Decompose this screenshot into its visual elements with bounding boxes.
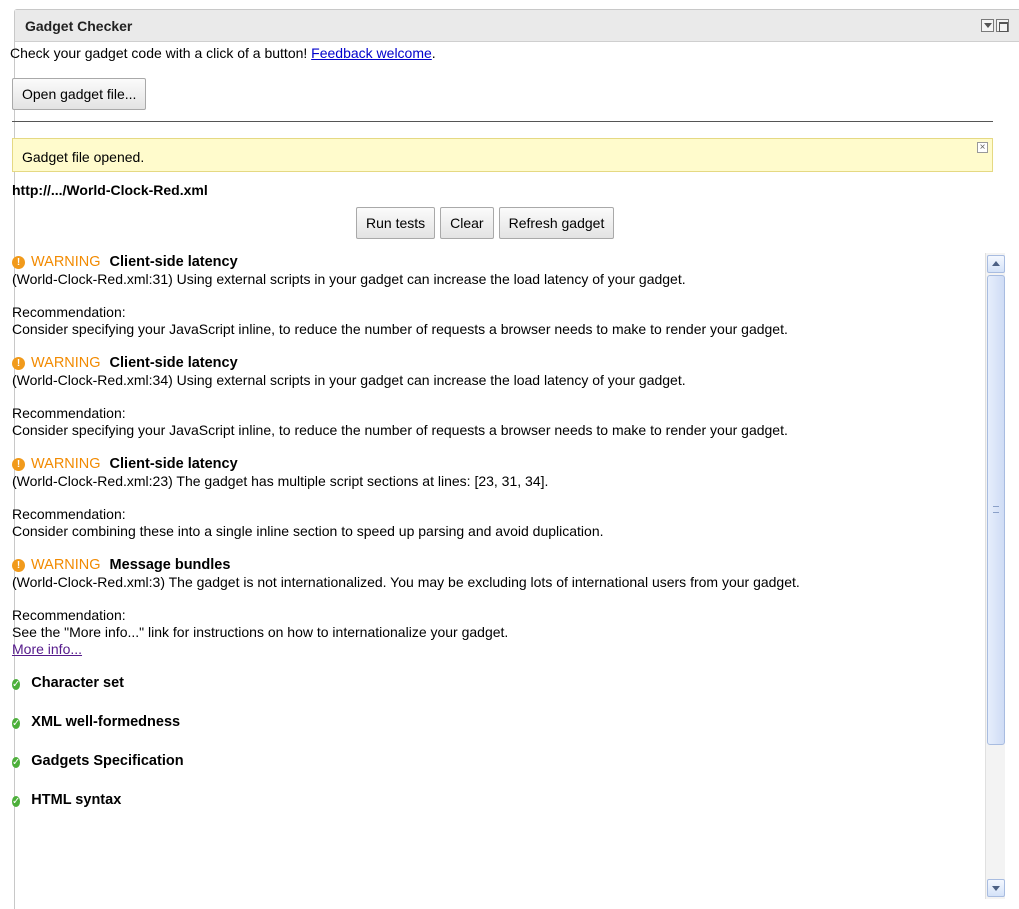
recommendation-text: See the "More info..." link for instruct… xyxy=(12,624,509,640)
feedback-link[interactable]: Feedback welcome xyxy=(311,45,432,61)
action-buttons: Run tests Clear Refresh gadget xyxy=(356,207,615,239)
passed-check-label: HTML syntax xyxy=(31,792,122,808)
recommendation-label: Recommendation: xyxy=(12,607,126,623)
scroll-down-icon[interactable] xyxy=(987,879,1005,897)
warning-header: ! WARNING Client-side latency xyxy=(12,455,970,473)
passed-check: ✓ HTML syntax xyxy=(12,791,970,809)
intro-text: Check your gadget code with a click of a… xyxy=(10,45,436,61)
notice-message: Gadget file opened. xyxy=(22,149,145,165)
passed-check-label: Gadgets Specification xyxy=(31,753,184,769)
open-gadget-file-button[interactable]: Open gadget file... xyxy=(12,78,147,110)
warning-icon: ! xyxy=(12,255,25,269)
warning-item: ! WARNING Message bundles (World-Clock-R… xyxy=(12,556,970,658)
recommendation-text: Consider combining these into a single i… xyxy=(12,523,604,539)
intro-suffix: . xyxy=(431,45,436,61)
warning-header: ! WARNING Client-side latency xyxy=(12,354,970,372)
checkmark-icon: ✓ xyxy=(12,679,21,690)
scrollbar-thumb[interactable] xyxy=(987,275,1005,745)
passed-check: ✓ Character set xyxy=(12,674,970,692)
checkmark-icon: ✓ xyxy=(12,718,21,729)
passed-check: ✓ Gadgets Specification xyxy=(12,752,970,770)
panel-titlebar: Gadget Checker xyxy=(15,10,1019,42)
warning-message: (World-Clock-Red.xml:3) The gadget is no… xyxy=(12,574,800,590)
recommendation-text: Consider specifying your JavaScript inli… xyxy=(12,422,788,438)
notice-banner: Gadget file opened. × xyxy=(12,138,993,172)
divider xyxy=(12,121,993,122)
clear-button[interactable]: Clear xyxy=(440,207,494,239)
scroll-up-icon[interactable] xyxy=(987,255,1005,273)
warning-header: ! WARNING Message bundles xyxy=(12,556,970,574)
category-label: Message bundles xyxy=(109,556,231,573)
recommendation-label: Recommendation: xyxy=(12,405,126,421)
panel-title: Gadget Checker xyxy=(25,18,133,34)
severity-label: WARNING xyxy=(31,253,101,270)
recommendation-text: Consider specifying your JavaScript inli… xyxy=(12,321,788,337)
dropdown-icon[interactable] xyxy=(981,19,994,32)
more-info-link[interactable]: More info... xyxy=(12,641,82,657)
warning-icon: ! xyxy=(12,356,25,370)
warning-header: ! WARNING Client-side latency xyxy=(12,253,970,271)
warning-icon: ! xyxy=(12,457,25,471)
intro-label: Check your gadget code with a click of a… xyxy=(10,45,308,61)
passed-check: ✓ XML well-formedness xyxy=(12,713,970,731)
severity-label: WARNING xyxy=(31,354,101,371)
checkmark-icon: ✓ xyxy=(12,796,21,807)
severity-label: WARNING xyxy=(31,455,101,472)
passed-check-label: XML well-formedness xyxy=(31,714,181,730)
maximize-icon[interactable] xyxy=(996,19,1009,32)
warning-item: ! WARNING Client-side latency (World-Clo… xyxy=(12,354,970,439)
category-label: Client-side latency xyxy=(109,455,238,472)
checkmark-icon: ✓ xyxy=(12,757,21,768)
gadget-file-path: http://.../World-Clock-Red.xml xyxy=(12,182,208,198)
recommendation-label: Recommendation: xyxy=(12,304,126,320)
warning-message: (World-Clock-Red.xml:31) Using external … xyxy=(12,271,686,287)
close-icon[interactable]: × xyxy=(977,142,988,153)
titlebar-controls xyxy=(981,19,1009,32)
passed-check-label: Character set xyxy=(31,675,124,691)
warning-message: (World-Clock-Red.xml:34) Using external … xyxy=(12,372,686,388)
warning-message: (World-Clock-Red.xml:23) The gadget has … xyxy=(12,473,549,489)
run-tests-button[interactable]: Run tests xyxy=(356,207,436,239)
category-label: Client-side latency xyxy=(109,253,238,270)
results-list: ! WARNING Client-side latency (World-Clo… xyxy=(12,253,970,893)
warning-icon: ! xyxy=(12,558,25,572)
warning-item: ! WARNING Client-side latency (World-Clo… xyxy=(12,455,970,540)
warning-item: ! WARNING Client-side latency (World-Clo… xyxy=(12,253,970,338)
results-scrollbar[interactable] xyxy=(985,253,1005,899)
recommendation-label: Recommendation: xyxy=(12,506,126,522)
severity-label: WARNING xyxy=(31,556,101,573)
category-label: Client-side latency xyxy=(109,354,238,371)
refresh-gadget-button[interactable]: Refresh gadget xyxy=(498,207,615,239)
